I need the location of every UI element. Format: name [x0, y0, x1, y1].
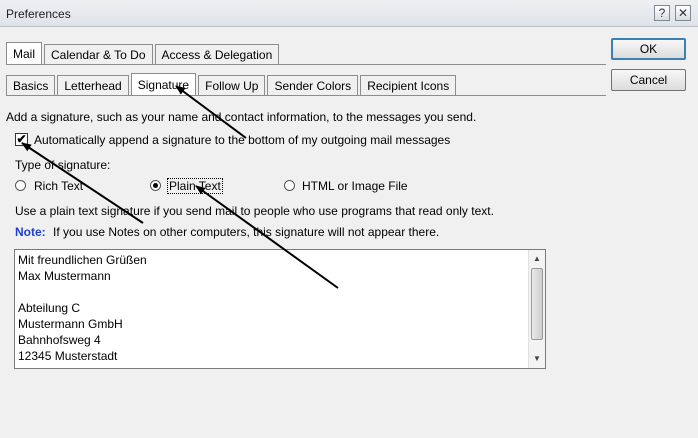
tab-letterhead[interactable]: Letterhead — [57, 75, 129, 95]
auto-append-checkbox[interactable]: ✔ — [15, 133, 28, 146]
signature-line: Max Mustermann — [18, 269, 111, 283]
tab-basics[interactable]: Basics — [6, 75, 56, 95]
main-tab-divider — [6, 64, 606, 65]
scroll-up-icon[interactable]: ▲ — [529, 250, 545, 267]
radio-html-image-label[interactable]: HTML or Image File — [302, 179, 408, 193]
main-tab-row: Mail Calendar & To Do Access & Delegatio… — [6, 42, 281, 64]
tab-sender-colors[interactable]: Sender Colors — [267, 75, 359, 95]
sub-tab-divider — [6, 95, 606, 96]
note-label: Note: — [15, 225, 46, 239]
signature-scrollbar[interactable]: ▲ ▼ — [528, 250, 545, 368]
radio-rich-text[interactable] — [15, 180, 26, 191]
radio-rich-text-label[interactable]: Rich Text — [34, 179, 83, 193]
signature-line: Mustermann GmbH — [18, 317, 123, 331]
radio-plain-text-label[interactable]: Plain Text — [167, 178, 223, 194]
signature-textarea[interactable]: Mit freundlichen Grüßen Max Mustermann A… — [14, 249, 546, 369]
tab-follow-up[interactable]: Follow Up — [198, 75, 266, 95]
radio-plain-text[interactable] — [150, 180, 161, 191]
signature-line: Bahnhofsweg 4 — [18, 333, 101, 347]
radio-html-image[interactable] — [284, 180, 295, 191]
help-icon: ? — [658, 6, 666, 20]
auto-append-label[interactable]: Automatically append a signature to the … — [34, 133, 450, 147]
checkmark-icon: ✔ — [16, 132, 27, 146]
tab-signature[interactable]: Signature — [130, 73, 197, 95]
help-button[interactable]: ? — [654, 5, 670, 21]
note-text: If you use Notes on other computers, thi… — [53, 225, 440, 239]
cancel-button[interactable]: Cancel — [611, 69, 686, 91]
note-row: Note: If you use Notes on other computer… — [15, 225, 439, 239]
annotation-arrows — [21, 85, 339, 289]
scroll-thumb[interactable] — [531, 268, 543, 340]
tab-recipient-icons[interactable]: Recipient Icons — [360, 75, 457, 95]
signature-type-label: Type of signature: — [15, 158, 111, 172]
tab-access-delegation[interactable]: Access & Delegation — [154, 44, 280, 64]
signature-line: 12345 Musterstadt — [18, 349, 118, 363]
close-icon: ✕ — [677, 6, 689, 20]
window-title: Preferences — [6, 7, 71, 21]
intro-text: Add a signature, such as your name and c… — [6, 110, 477, 124]
title-bar: Preferences ? ✕ — [0, 0, 698, 27]
sub-tab-row: Basics Letterhead Signature Follow Up Se… — [6, 73, 458, 95]
ok-button[interactable]: OK — [611, 38, 686, 60]
plain-text-hint: Use a plain text signature if you send m… — [15, 204, 494, 218]
close-button[interactable]: ✕ — [675, 5, 691, 21]
signature-line: Abteilung C — [18, 301, 81, 315]
scroll-down-icon[interactable]: ▼ — [529, 350, 545, 367]
signature-line: Mit freundlichen Grüßen — [18, 253, 147, 267]
tab-calendar-todo[interactable]: Calendar & To Do — [44, 44, 153, 64]
tab-mail[interactable]: Mail — [6, 42, 43, 64]
